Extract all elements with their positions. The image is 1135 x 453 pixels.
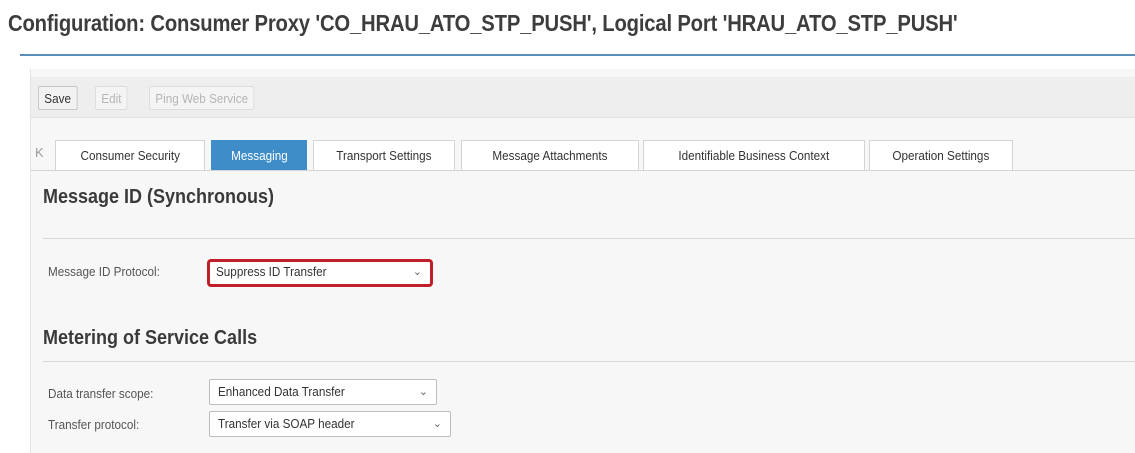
select-value: Transfer via SOAP header [218, 416, 355, 431]
metering-section-title: Metering of Service Calls [43, 327, 258, 349]
configuration-panel: Save Edit Ping Web Service K Consumer Se… [30, 69, 1135, 453]
transfer-protocol-label: Transfer protocol: [48, 417, 140, 432]
toolbar: Save Edit Ping Web Service [31, 77, 1135, 118]
chevron-down-icon: ⌄ [432, 418, 442, 430]
tab-message-attachments[interactable]: Message Attachments [461, 140, 639, 170]
page-title: Configuration: Consumer Proxy 'CO_HRAU_A… [8, 10, 958, 36]
ping-web-service-button[interactable]: Ping Web Service [149, 86, 255, 110]
tab-label: Message Attachments [492, 148, 608, 163]
tab-messaging[interactable]: Messaging [211, 140, 307, 170]
title-divider [20, 54, 1135, 56]
tab-label: Identifiable Business Context [678, 148, 830, 163]
tab-content: Message ID (Synchronous) Message ID Prot… [31, 170, 1135, 453]
section-divider [43, 238, 1135, 239]
tab-label: Transport Settings [336, 148, 432, 163]
edit-button[interactable]: Edit [95, 86, 128, 110]
tab-label: Messaging [230, 148, 288, 163]
chevron-down-icon: ⌄ [412, 266, 422, 278]
tab-consumer-security[interactable]: Consumer Security [55, 140, 205, 170]
select-value: Suppress ID Transfer [216, 264, 327, 279]
tab-label: Consumer Security [80, 148, 180, 163]
tab-strip: K Consumer Security Messaging Transport … [31, 140, 1135, 170]
section-divider [43, 361, 1135, 362]
save-button[interactable]: Save [38, 86, 78, 110]
first-tab-icon[interactable]: K [35, 145, 44, 160]
message-id-section-title: Message ID (Synchronous) [43, 186, 275, 208]
chevron-down-icon: ⌄ [418, 386, 428, 398]
transfer-protocol-select[interactable]: Transfer via SOAP header ⌄ [209, 411, 451, 437]
data-transfer-scope-select[interactable]: Enhanced Data Transfer ⌄ [209, 379, 437, 405]
tab-label: Operation Settings [892, 148, 990, 163]
data-transfer-scope-label: Data transfer scope: [48, 386, 154, 401]
tab-identifiable-business-context[interactable]: Identifiable Business Context [643, 140, 865, 170]
message-id-protocol-select[interactable]: Suppress ID Transfer ⌄ [207, 259, 433, 287]
tab-operation-settings[interactable]: Operation Settings [869, 140, 1013, 170]
message-id-protocol-label: Message ID Protocol: [48, 264, 160, 279]
tab-transport-settings[interactable]: Transport Settings [313, 140, 455, 170]
select-value: Enhanced Data Transfer [218, 384, 345, 399]
